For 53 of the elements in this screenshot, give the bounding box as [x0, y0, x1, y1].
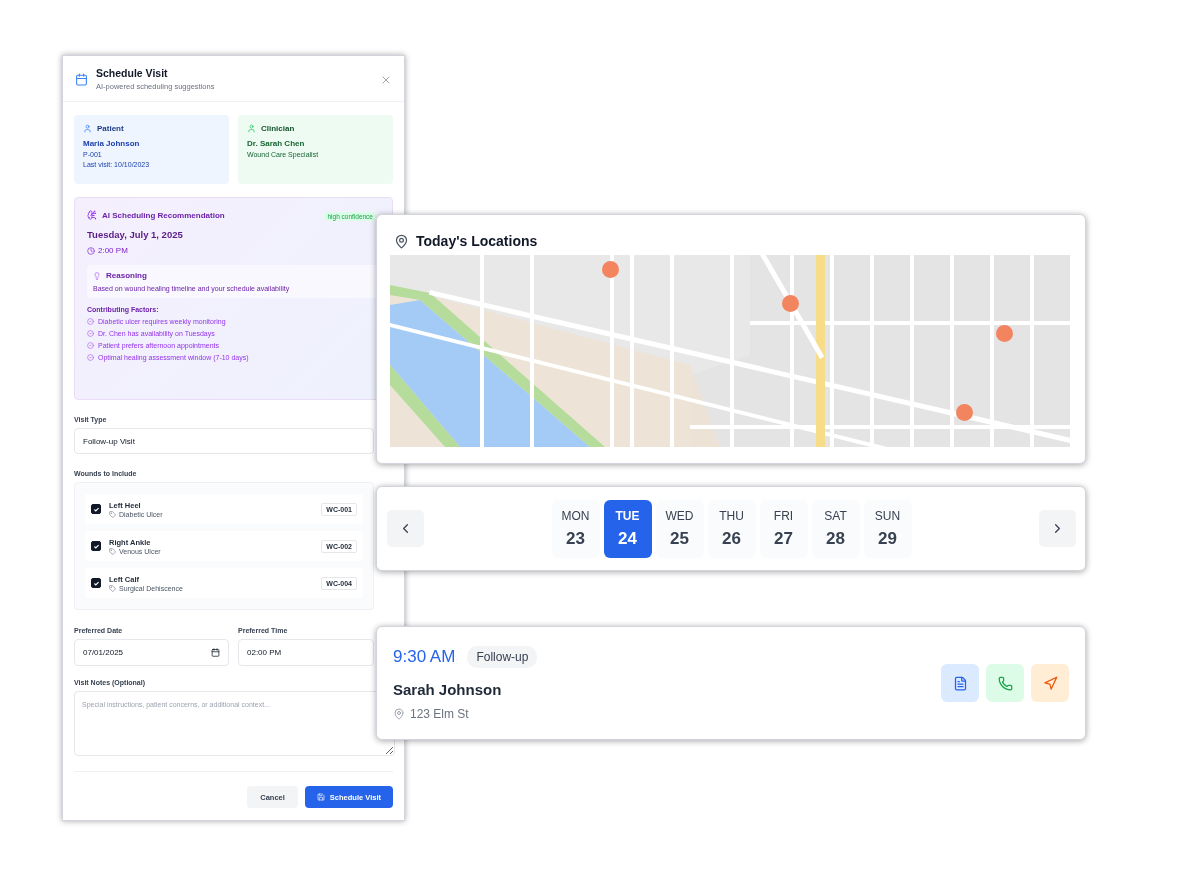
visit-type-tag: Follow-up	[467, 645, 538, 668]
map-pin-icon	[393, 707, 405, 720]
calendar-icon	[75, 73, 88, 86]
document-icon	[952, 675, 968, 691]
checkbox[interactable]	[91, 504, 101, 514]
time-value: 02:00 PM	[247, 648, 282, 657]
document-button[interactable]	[941, 664, 979, 702]
user-icon	[247, 124, 256, 133]
person-name: Maria Johnson	[83, 139, 141, 148]
recommendation-title: AI Scheduling Recommendation	[102, 210, 225, 220]
day-tab[interactable]: SAT 28	[811, 499, 860, 558]
calendar-icon	[211, 648, 220, 657]
check-circle-icon	[87, 318, 94, 325]
checkbox[interactable]	[91, 541, 101, 551]
save-icon	[316, 793, 325, 801]
time-field[interactable]: 02:00 PM	[238, 639, 374, 666]
check-circle-icon	[87, 330, 94, 337]
check-circle-icon	[87, 342, 94, 349]
visit-type-select[interactable]: Follow-up Visit	[74, 428, 374, 454]
navigate-button[interactable]	[1031, 664, 1069, 702]
lightbulb-icon	[93, 271, 101, 280]
tag-icon	[109, 584, 116, 592]
person-name: Dr. Sarah Chen	[247, 139, 306, 148]
address-text: 123 Elm St	[410, 706, 469, 721]
navigation-arrow-icon	[1042, 675, 1058, 691]
close-icon[interactable]	[380, 74, 392, 86]
card-heading: Patient	[97, 124, 124, 133]
day-tab[interactable]: TUE 24	[603, 499, 652, 558]
reasoning-title: Reasoning	[106, 271, 147, 280]
appointment-time: 9:30 AM	[393, 646, 456, 667]
phone-icon	[997, 675, 1013, 691]
patient-name: Sarah Johnson	[393, 680, 503, 698]
recommended-date: Tuesday, July 1, 2025	[87, 229, 184, 240]
map-pin-icon	[394, 233, 409, 249]
user-icon	[83, 124, 92, 133]
card-title: Today's Locations	[416, 233, 538, 249]
day-tab[interactable]: SUN 29	[863, 499, 912, 558]
recommended-time: 2:00 PM	[98, 246, 128, 255]
phone-button[interactable]	[986, 664, 1024, 702]
tag-icon	[109, 510, 116, 518]
day-tab[interactable]: MON 23	[551, 499, 600, 558]
day-tab[interactable]: THU 26	[707, 499, 756, 558]
clock-icon	[87, 246, 95, 255]
day-tab[interactable]: FRI 27	[759, 499, 808, 558]
day-tab[interactable]: WED 25	[655, 499, 704, 558]
tag-icon	[109, 547, 116, 555]
date-value: 07/01/2025	[83, 648, 124, 657]
brain-icon	[87, 210, 97, 220]
dialog-title: Schedule Visit	[96, 67, 169, 79]
check-circle-icon	[87, 354, 94, 361]
date-field[interactable]: 07/01/2025	[74, 639, 229, 666]
checkbox[interactable]	[91, 578, 101, 588]
card-heading: Clinician	[261, 124, 295, 133]
